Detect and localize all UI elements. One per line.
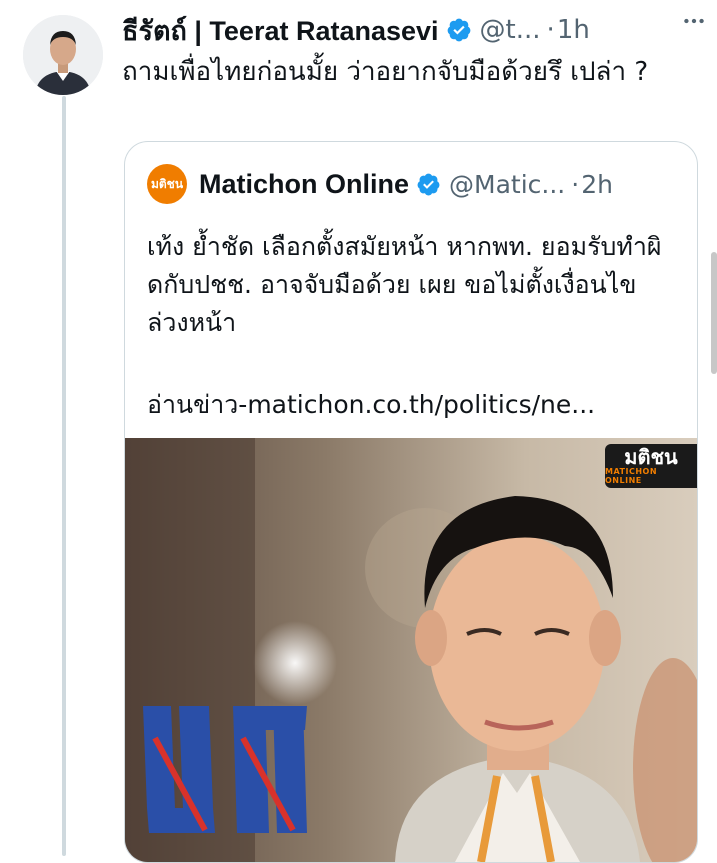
scrollbar-thumb[interactable] <box>711 252 717 374</box>
quoted-tweet-header: มติชน Matichon Online @Matic... · 2h <box>147 164 679 204</box>
matichon-logo[interactable]: มติชน <box>147 164 187 204</box>
tweet-text: ถามเพื่อไทยก่อนมั้ย ว่าอยากจับมือด้วยรึ … <box>122 57 649 87</box>
separator-dot: · <box>546 15 555 45</box>
avatar-image <box>23 15 103 95</box>
watermark-sub: MATICHON ONLINE <box>605 467 658 485</box>
quoted-author-handle[interactable]: @Matic... <box>449 170 565 199</box>
separator-dot: · <box>571 169 580 199</box>
watermark-main: มติชน <box>624 445 678 469</box>
thread-line <box>62 96 66 856</box>
article-link[interactable]: อ่านข่าว-matichon.co.th/politics/ne... <box>147 385 687 425</box>
quoted-tweet-time[interactable]: 2h <box>581 170 613 199</box>
quoted-tweet-card[interactable]: มติชน Matichon Online @Matic... · 2h เท้… <box>124 141 698 863</box>
author-handle[interactable]: @t... <box>480 15 541 45</box>
matichon-watermark: มติชน MATICHON ONLINE <box>605 444 697 488</box>
news-photo[interactable]: พท มติชน MATICHON ONLINE <box>125 438 697 862</box>
news-photo-image: พท <box>125 438 697 862</box>
more-options-icon[interactable] <box>681 6 711 36</box>
verified-badge-icon <box>417 173 440 195</box>
quoted-author-name[interactable]: Matichon Online <box>199 169 409 200</box>
author-name[interactable]: ธีรัตถ์ | Teerat Ratanasevi <box>122 9 439 52</box>
tweet-time[interactable]: 1h <box>557 15 590 45</box>
logo-text: มติชน <box>150 176 184 191</box>
avatar[interactable] <box>23 15 103 95</box>
verified-badge-icon <box>447 18 470 42</box>
quoted-tweet-text: เท้ง ย้ำชัด เลือกตั้งสมัยหน้า หากพท. ยอม… <box>147 232 662 337</box>
tweet-header: ธีรัตถ์ | Teerat Ratanasevi @t... · 1h <box>122 12 717 48</box>
